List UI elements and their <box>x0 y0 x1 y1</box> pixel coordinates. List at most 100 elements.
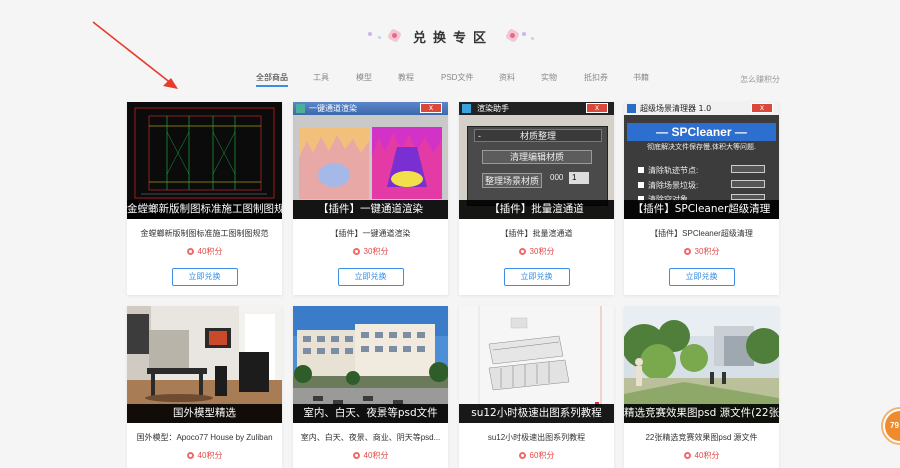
thumb-caption: 【插件】SPCleaner超级清理 <box>624 200 779 219</box>
product-name[interactable]: su12小时极速出图系列教程 <box>459 432 614 443</box>
product-card[interactable]: 精选竞赛效果图psd 源文件(22张) 22张精选竞赛效果图psd 源文件 40… <box>624 306 779 468</box>
floating-badge[interactable]: 79 <box>883 409 900 443</box>
product-card[interactable]: 渲染助手 x - 材质整理 清理编辑材质 整理场景材质 000 1 【插件】批量… <box>459 102 614 295</box>
tab-materials[interactable]: 资料 <box>499 72 515 83</box>
points-value: 40积分 <box>197 451 223 460</box>
product-name[interactable]: 室内、白天、夜景、商业、阴天等psd... <box>293 432 448 443</box>
points-price: 60积分 <box>459 450 614 461</box>
points-price: 30积分 <box>459 246 614 257</box>
points-value: 30积分 <box>694 247 720 256</box>
decor-dot-icon <box>368 32 372 36</box>
checkbox-row: 清除场景垃圾: <box>638 180 698 191</box>
points-value: 40积分 <box>363 451 389 460</box>
collapse-icon: - <box>478 131 481 141</box>
coin-icon <box>352 452 360 459</box>
plugin-window-thumbnail[interactable]: 一键通道渲染 x 【插件】一键通道渲染 <box>293 102 448 219</box>
points-value: 40积分 <box>197 247 223 256</box>
product-name[interactable]: 国外模型：Apoco77 House by Zuliban <box>127 432 282 443</box>
product-name[interactable]: 金螳螂新版制图标准施工图制图规范 <box>127 228 282 239</box>
points-value: 30积分 <box>363 247 389 256</box>
thumb-caption: 【插件】批量渲通道 <box>459 200 614 219</box>
landscape-render-thumbnail[interactable]: 精选竞赛效果图psd 源文件(22张) <box>624 306 779 423</box>
product-card[interactable]: 一键通道渲染 x 【插件】一键通道渲染 【插件】一键通道渲染 30积分 立即兑换 <box>293 102 448 295</box>
points-price: 40积分 <box>624 450 779 461</box>
value-field <box>731 180 765 188</box>
hexagon-icon <box>504 27 521 44</box>
redeem-button[interactable]: 立即兑换 <box>668 268 735 286</box>
product-name[interactable]: 【插件】一键通道渲染 <box>293 228 448 239</box>
coin-icon <box>518 452 526 459</box>
tab-books[interactable]: 书籍 <box>633 72 649 83</box>
sketchup-model-thumbnail[interactable]: su12小时极速出图系列教程 <box>459 306 614 423</box>
tab-psd[interactable]: PSD文件 <box>441 72 473 83</box>
thumb-caption: 室内、白天、夜景等psd文件 <box>293 404 448 423</box>
decor-dot-icon <box>531 37 534 40</box>
redeem-button[interactable]: 立即兑换 <box>171 268 238 286</box>
tab-coupons[interactable]: 抵扣券 <box>584 72 608 83</box>
building-render-thumbnail[interactable]: 室内、白天、夜景等psd文件 <box>293 306 448 423</box>
product-card[interactable]: 超级场景清理器 1.0 x — SPCleaner — 彻底解决文件保存慢,体积… <box>624 102 779 295</box>
product-name[interactable]: 【插件】批量渲通道 <box>459 228 614 239</box>
checkbox-label: 清除轨迹节点: <box>648 166 699 175</box>
tab-all[interactable]: 全部商品 <box>256 72 288 87</box>
checkbox-label: 清除场景垃圾: <box>648 181 699 190</box>
panel-header-label: 材质整理 <box>519 131 556 141</box>
thumb-caption: 国外模型精选 <box>127 404 282 423</box>
coin-icon <box>186 248 194 255</box>
points-price: 30积分 <box>624 246 779 257</box>
coin-icon <box>352 248 360 255</box>
tab-physical[interactable]: 实物 <box>541 72 557 83</box>
thumb-caption: 金螳螂新版制图标准施工图制图规范 <box>127 200 282 219</box>
thumb-caption: 【插件】一键通道渲染 <box>293 200 448 219</box>
thumb-caption: su12小时极速出图系列教程 <box>459 404 614 423</box>
close-icon: x <box>586 103 608 113</box>
tab-tutorials[interactable]: 教程 <box>398 72 414 83</box>
decor-dot-icon <box>378 36 381 39</box>
tab-models[interactable]: 模型 <box>356 72 372 83</box>
panel-header: - 材质整理 <box>474 129 602 142</box>
how-to-earn-points-link[interactable]: 怎么赚积分 <box>740 74 780 85</box>
app-icon <box>462 104 471 113</box>
close-icon: x <box>751 103 773 113</box>
spinner-input: 1 <box>569 172 589 184</box>
product-card[interactable]: 金螳螂新版制图标准施工图制图规范 金螳螂新版制图标准施工图制图规范 40积分 立… <box>127 102 282 295</box>
points-value: 40积分 <box>694 451 720 460</box>
redeem-button[interactable]: 立即兑换 <box>503 268 570 286</box>
app-icon <box>627 104 636 113</box>
section-header: 兑换专区 <box>0 27 900 47</box>
settings-panel: - 材质整理 清理编辑材质 整理场景材质 000 1 <box>467 126 608 206</box>
checkbox-icon <box>638 167 644 173</box>
coin-icon <box>683 452 691 459</box>
app-icon <box>296 104 305 113</box>
tab-tools[interactable]: 工具 <box>313 72 329 83</box>
cad-drawing-thumbnail[interactable]: 金螳螂新版制图标准施工图制图规范 <box>127 102 282 219</box>
points-price: 40积分 <box>127 450 282 461</box>
coin-icon <box>186 452 194 459</box>
redeem-button[interactable]: 立即兑换 <box>337 268 404 286</box>
product-name[interactable]: 22张精选竞赛效果图psd 源文件 <box>624 432 779 443</box>
counter-value: 000 <box>550 173 564 182</box>
product-card[interactable]: 国外模型精选 国外模型：Apoco77 House by Zuliban 40积… <box>127 306 282 468</box>
interior-photo-thumbnail[interactable]: 国外模型精选 <box>127 306 282 423</box>
plugin-window-thumbnail[interactable]: 渲染助手 x - 材质整理 清理编辑材质 整理场景材质 000 1 【插件】批量… <box>459 102 614 219</box>
page-title: 兑换专区 <box>413 31 494 46</box>
product-card[interactable]: 室内、白天、夜景等psd文件 室内、白天、夜景、商业、阴天等psd... 40积… <box>293 306 448 468</box>
points-price: 40积分 <box>127 246 282 257</box>
product-card[interactable]: su12小时极速出图系列教程 su12小时极速出图系列教程 60积分 <box>459 306 614 468</box>
points-price: 30积分 <box>293 246 448 257</box>
checkbox-icon <box>638 182 644 188</box>
close-icon: x <box>420 103 442 113</box>
render-preview-icon <box>299 127 442 199</box>
plugin-window-thumbnail[interactable]: 超级场景清理器 1.0 x — SPCleaner — 彻底解决文件保存慢,体积… <box>624 102 779 219</box>
thumb-caption: 精选竞赛效果图psd 源文件(22张) <box>624 404 779 423</box>
checkbox-row: 清除轨迹节点: <box>638 165 698 176</box>
product-name[interactable]: 【插件】SPCleaner超级清理 <box>624 228 779 239</box>
organize-materials-button: 整理场景材质 <box>482 173 543 188</box>
spcleaner-banner: — SPCleaner — <box>627 123 776 141</box>
decor-dot-icon <box>522 32 526 36</box>
hexagon-icon <box>386 27 403 44</box>
coin-icon <box>518 248 526 255</box>
clear-materials-button: 清理编辑材质 <box>482 150 592 164</box>
points-value: 60积分 <box>529 451 555 460</box>
points-price: 40积分 <box>293 450 448 461</box>
